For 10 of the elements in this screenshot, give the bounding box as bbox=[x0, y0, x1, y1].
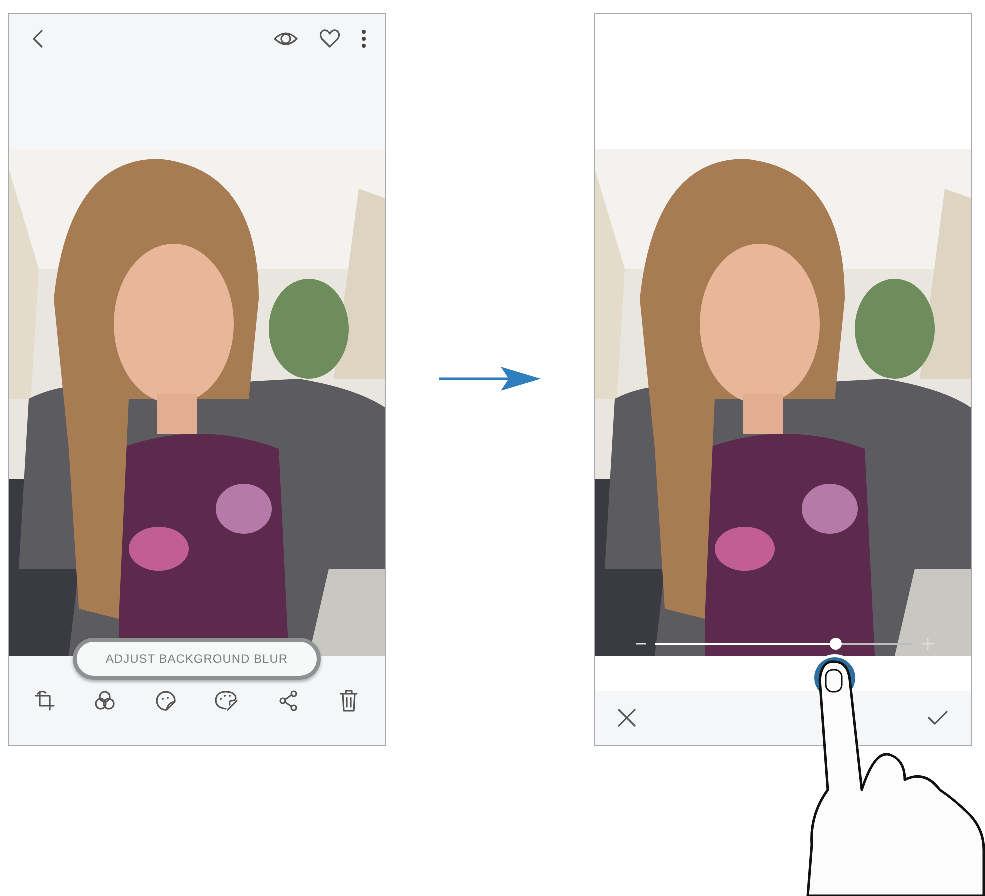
filter-icon[interactable] bbox=[93, 688, 118, 712]
sticker-icon[interactable] bbox=[154, 688, 178, 712]
tooltip: ADJUST BACKGROUND BLUR bbox=[73, 638, 321, 680]
heart-icon[interactable] bbox=[319, 28, 341, 50]
more-icon[interactable] bbox=[361, 28, 367, 50]
close-icon[interactable] bbox=[617, 708, 637, 728]
palette-icon[interactable] bbox=[214, 688, 240, 712]
arrow-icon bbox=[439, 366, 541, 390]
crop-icon[interactable] bbox=[33, 688, 57, 712]
check-icon[interactable] bbox=[927, 710, 949, 726]
